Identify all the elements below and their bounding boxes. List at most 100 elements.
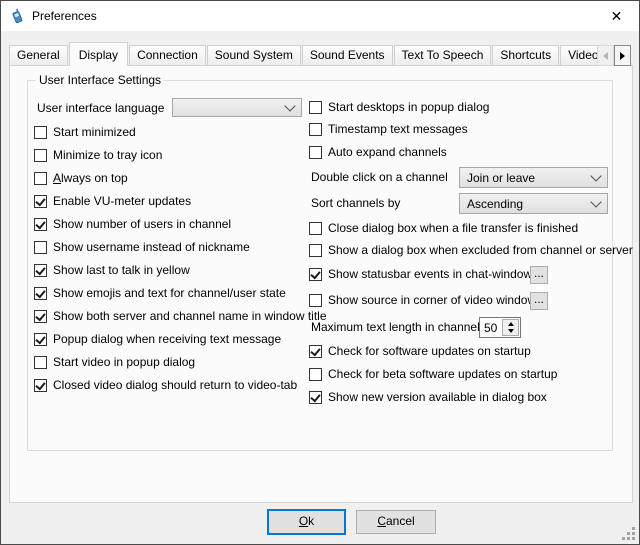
close-icon[interactable]: ✕ bbox=[594, 1, 639, 31]
tab-scroll-buttons bbox=[597, 45, 631, 66]
statusbar-events-more-button[interactable]: ... bbox=[530, 266, 548, 284]
spinner-value: 50 bbox=[480, 318, 501, 337]
window-title: Preferences bbox=[32, 9, 97, 23]
checkbox-label: Start desktops in popup dialog bbox=[328, 100, 489, 114]
checkbox-video-source-corner[interactable]: Show source in corner of video window bbox=[309, 292, 536, 308]
checkbox-box[interactable] bbox=[34, 379, 47, 392]
max-text-length-spinner[interactable]: 50 bbox=[479, 317, 521, 338]
cancel-button[interactable]: Cancel bbox=[356, 510, 436, 534]
checkbox-popup-text-message[interactable]: Popup dialog when receiving text message bbox=[34, 331, 281, 347]
checkbox-box[interactable] bbox=[309, 222, 322, 235]
checkbox-label: Show username instead of nickname bbox=[53, 240, 250, 254]
checkbox-box[interactable] bbox=[309, 345, 322, 358]
checkbox-start-minimized[interactable]: Start minimized bbox=[34, 124, 136, 140]
checkbox-box[interactable] bbox=[309, 391, 322, 404]
language-combobox[interactable] bbox=[172, 98, 302, 117]
checkbox-show-username[interactable]: Show username instead of nickname bbox=[34, 239, 250, 255]
ok-button[interactable]: Ok bbox=[267, 509, 346, 535]
tab-connection[interactable]: Connection bbox=[129, 45, 206, 66]
checkbox-box[interactable] bbox=[34, 126, 47, 139]
checkbox-box[interactable] bbox=[34, 356, 47, 369]
tab-general[interactable]: General bbox=[9, 45, 68, 66]
title-bar: Preferences ✕ bbox=[1, 1, 639, 31]
checkbox-box[interactable] bbox=[34, 287, 47, 300]
checkbox-label: Always on top bbox=[53, 171, 128, 185]
sort-channels-value: Ascending bbox=[467, 197, 523, 211]
checkbox-video-popup[interactable]: Start video in popup dialog bbox=[34, 354, 195, 370]
checkbox-enable-vu-meter[interactable]: Enable VU-meter updates bbox=[34, 193, 191, 209]
checkbox-box[interactable] bbox=[34, 195, 47, 208]
checkbox-closed-video-return[interactable]: Closed video dialog should return to vid… bbox=[34, 377, 297, 393]
spin-down-icon bbox=[508, 329, 514, 333]
tab-display[interactable]: Display bbox=[69, 42, 128, 66]
double-click-combobox[interactable]: Join or leave bbox=[459, 167, 608, 188]
tab-sound-events[interactable]: Sound Events bbox=[302, 45, 393, 66]
max-text-length-label: Maximum text length in channel list bbox=[311, 320, 498, 334]
checkbox-timestamp-messages[interactable]: Timestamp text messages bbox=[309, 121, 468, 137]
checkbox-label: Show emojis and text for channel/user st… bbox=[53, 286, 286, 300]
checkbox-check-beta-updates[interactable]: Check for beta software updates on start… bbox=[309, 366, 557, 382]
tab-sound-system[interactable]: Sound System bbox=[207, 45, 301, 66]
spin-up-button[interactable] bbox=[503, 320, 518, 328]
checkbox-excluded-dialog[interactable]: Show a dialog box when excluded from cha… bbox=[309, 242, 633, 258]
checkbox-box[interactable] bbox=[34, 218, 47, 231]
checkbox-check-updates[interactable]: Check for software updates on startup bbox=[309, 343, 531, 359]
checkbox-label: Show last to talk in yellow bbox=[53, 263, 190, 277]
checkbox-auto-expand-channels[interactable]: Auto expand channels bbox=[309, 144, 447, 160]
checkbox-label: Start minimized bbox=[53, 125, 136, 139]
tab-shortcuts[interactable]: Shortcuts bbox=[492, 45, 559, 66]
checkbox-box[interactable] bbox=[34, 333, 47, 346]
scroll-right-icon bbox=[620, 52, 625, 60]
checkbox-close-on-file-transfer[interactable]: Close dialog box when a file transfer is… bbox=[309, 220, 578, 236]
group-title: User Interface Settings bbox=[36, 73, 164, 87]
tab-text-to-speech[interactable]: Text To Speech bbox=[394, 45, 492, 66]
checkbox-start-desktops-popup[interactable]: Start desktops in popup dialog bbox=[309, 99, 489, 115]
checkbox-label: Show new version available in dialog box bbox=[328, 390, 547, 404]
checkbox-box[interactable] bbox=[34, 149, 47, 162]
scroll-left-icon bbox=[603, 52, 608, 60]
tab-scroll-right-button[interactable] bbox=[614, 45, 631, 66]
checkbox-box[interactable] bbox=[309, 244, 322, 257]
resize-grip-icon[interactable] bbox=[622, 527, 635, 540]
double-click-label: Double click on a channel bbox=[311, 170, 448, 184]
checkbox-last-to-talk[interactable]: Show last to talk in yellow bbox=[34, 262, 190, 278]
checkbox-box[interactable] bbox=[34, 310, 47, 323]
sort-channels-label: Sort channels by bbox=[311, 196, 400, 210]
checkbox-statusbar-events[interactable]: Show statusbar events in chat-window bbox=[309, 266, 532, 282]
checkbox-label: Show source in corner of video window bbox=[328, 293, 536, 307]
checkbox-label: Auto expand channels bbox=[328, 145, 447, 159]
checkbox-box[interactable] bbox=[309, 101, 322, 114]
checkbox-new-version-dialog[interactable]: Show new version available in dialog box bbox=[309, 389, 547, 405]
chevron-down-icon bbox=[590, 170, 601, 181]
checkbox-label: Closed video dialog should return to vid… bbox=[53, 378, 297, 392]
checkbox-show-emojis[interactable]: Show emojis and text for channel/user st… bbox=[34, 285, 286, 301]
tab-scroll-left-button[interactable] bbox=[597, 45, 614, 66]
preferences-dialog: Preferences ✕ General Display Connection… bbox=[0, 0, 640, 545]
checkbox-box[interactable] bbox=[34, 264, 47, 277]
checkbox-label: Enable VU-meter updates bbox=[53, 194, 191, 208]
checkbox-label: Show both server and channel name in win… bbox=[53, 309, 327, 323]
checkbox-label: Popup dialog when receiving text message bbox=[53, 332, 281, 346]
checkbox-minimize-to-tray[interactable]: Minimize to tray icon bbox=[34, 147, 162, 163]
spin-down-button[interactable] bbox=[503, 328, 518, 336]
checkbox-box[interactable] bbox=[309, 123, 322, 136]
checkbox-box[interactable] bbox=[34, 172, 47, 185]
video-source-more-button[interactable]: ... bbox=[530, 292, 548, 310]
checkbox-box[interactable] bbox=[34, 241, 47, 254]
checkbox-server-channel-title[interactable]: Show both server and channel name in win… bbox=[34, 308, 327, 324]
sort-channels-combobox[interactable]: Ascending bbox=[459, 193, 608, 214]
checkbox-box[interactable] bbox=[309, 268, 322, 281]
checkbox-label: Timestamp text messages bbox=[328, 122, 468, 136]
spinner-buttons bbox=[502, 319, 519, 336]
chevron-down-icon bbox=[284, 100, 295, 111]
checkbox-box[interactable] bbox=[309, 368, 322, 381]
checkbox-label: Show number of users in channel bbox=[53, 217, 231, 231]
checkbox-box[interactable] bbox=[309, 294, 322, 307]
checkbox-show-user-count[interactable]: Show number of users in channel bbox=[34, 216, 231, 232]
checkbox-label: Check for software updates on startup bbox=[328, 344, 531, 358]
checkbox-box[interactable] bbox=[309, 146, 322, 159]
checkbox-always-on-top[interactable]: Always on top bbox=[34, 170, 128, 186]
checkbox-label: Start video in popup dialog bbox=[53, 355, 195, 369]
checkbox-label: Show a dialog box when excluded from cha… bbox=[328, 243, 633, 257]
spin-up-icon bbox=[508, 322, 514, 326]
